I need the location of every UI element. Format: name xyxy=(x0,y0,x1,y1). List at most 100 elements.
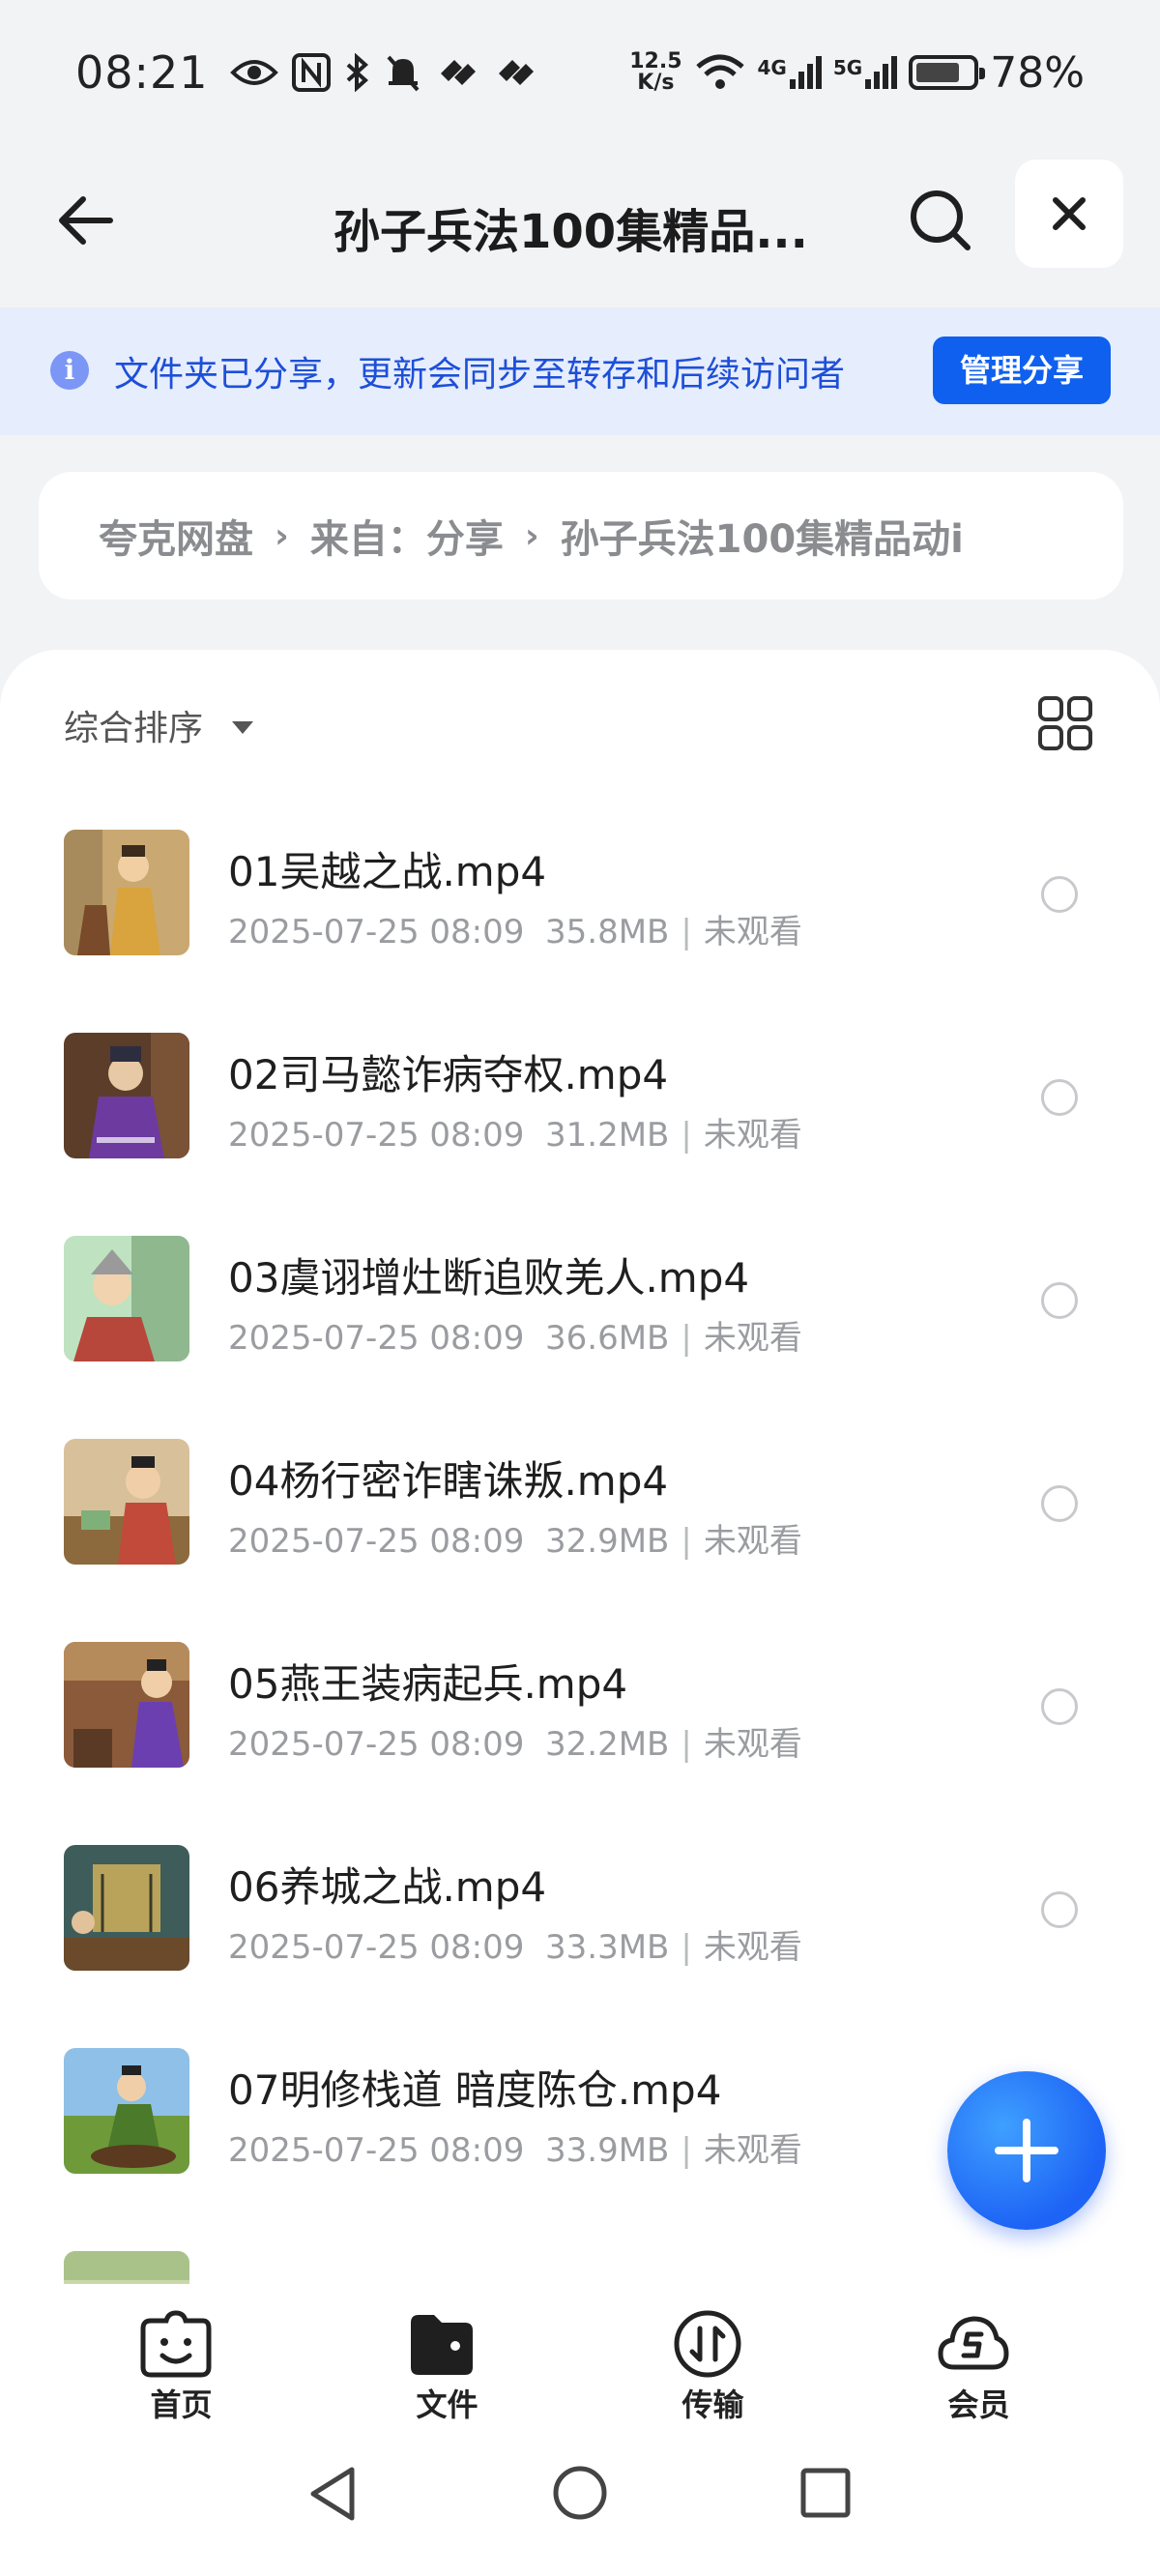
file-name: 07明修栈道 暗度陈仓.mp4 xyxy=(228,2066,722,2114)
select-radio[interactable] xyxy=(1041,1688,1078,1725)
video-thumbnail xyxy=(64,2251,189,2284)
video-thumbnail xyxy=(64,1236,189,1361)
watch-status: 未观看 xyxy=(703,2131,802,2170)
nav-back-triangle-icon[interactable] xyxy=(305,2464,360,2524)
sort-dropdown[interactable]: 综合排序 xyxy=(64,700,254,750)
breadcrumb-item-current: 孙子兵法100集精品动i xyxy=(560,517,964,562)
watch-status: 未观看 xyxy=(703,913,802,951)
file-size: 36.6MB xyxy=(545,1319,670,1358)
file-meta: 2025-07-25 08:09 32.2MB | 未观看 xyxy=(228,1725,802,1764)
mute-bell-icon xyxy=(387,55,420,92)
watch-status: 未观看 xyxy=(703,1116,802,1155)
file-row[interactable]: 05燕王装病起兵.mp4 2025-07-25 08:09 32.2MB | 未观看 xyxy=(0,1642,1160,1845)
grid-view-icon[interactable] xyxy=(1036,694,1094,752)
file-date: 2025-07-25 08:09 xyxy=(228,1116,525,1155)
nav-item-home[interactable]: 首页 xyxy=(48,2284,314,2425)
chevron-right-icon: › xyxy=(275,515,289,556)
link-hd-icon xyxy=(440,60,476,85)
nav-home-circle-icon[interactable] xyxy=(551,2464,609,2522)
share-notice-text: 文件夹已分享，更新会同步至转存和后续访问者 xyxy=(114,355,846,395)
bluetooth-icon xyxy=(346,53,368,92)
file-name: 05燕王装病起兵.mp4 xyxy=(228,1660,628,1708)
breadcrumb-item-root[interactable]: 夸克网盘 xyxy=(99,508,253,564)
status-bar: 08:21 12.5 K/s 4G 5G 78% xyxy=(0,0,1160,145)
file-name: 01吴越之战.mp4 xyxy=(228,848,547,895)
bottom-nav: 首页 文件 传输 会员 xyxy=(0,2284,1160,2425)
file-size: 32.9MB xyxy=(545,1522,670,1561)
file-row[interactable]: 01吴越之战.mp4 2025-07-25 08:09 35.8MB | 未观看 xyxy=(0,830,1160,1033)
share-notice-banner: i 文件夹已分享，更新会同步至转存和后续访问者 管理分享 xyxy=(0,307,1160,435)
net-speed: 12.5 K/s xyxy=(629,51,682,94)
file-meta: 2025-07-25 08:09 36.6MB | 未观看 xyxy=(228,1319,802,1358)
signal-5g-label: 5G xyxy=(832,56,863,79)
video-thumbnail xyxy=(64,2048,189,2174)
info-icon: i xyxy=(50,351,89,390)
nav-item-files[interactable]: 文件 xyxy=(314,2284,580,2425)
file-date: 2025-07-25 08:09 xyxy=(228,913,525,951)
member-cloud-icon xyxy=(938,2316,1009,2370)
file-size: 32.2MB xyxy=(545,1725,670,1764)
net-speed-value: 12.5 xyxy=(629,49,682,73)
status-system-icons: 12.5 K/s 4G 5G 78% xyxy=(629,48,1085,98)
breadcrumb: 夸克网盘 › 来自：分享 › 孙子兵法100集精品动i xyxy=(39,472,1123,600)
watch-status: 未观看 xyxy=(703,1928,802,1967)
chevron-right-icon: › xyxy=(524,515,539,556)
net-speed-unit: K/s xyxy=(637,71,675,95)
file-meta: 2025-07-25 08:09 33.3MB | 未观看 xyxy=(228,1928,802,1967)
top-app-bar: 孙子兵法100集精品... xyxy=(0,145,1160,307)
select-radio[interactable] xyxy=(1041,876,1078,913)
file-size: 33.9MB xyxy=(545,2131,670,2170)
home-smile-icon xyxy=(140,2310,212,2378)
breadcrumb-item-share[interactable]: 来自：分享 xyxy=(310,508,504,564)
battery-icon xyxy=(909,55,986,90)
file-row-partial[interactable] xyxy=(0,2251,1160,2284)
file-name: 04杨行密诈瞎诛叛.mp4 xyxy=(228,1457,669,1505)
select-radio[interactable] xyxy=(1041,1079,1078,1116)
nav-label-transfer: 传输 xyxy=(682,2386,744,2423)
add-button[interactable] xyxy=(947,2071,1106,2230)
file-name: 03虞诩增灶断追败羌人.mp4 xyxy=(228,1254,750,1302)
watch-status: 未观看 xyxy=(703,1319,802,1358)
signal-4g: 4G xyxy=(758,56,822,89)
file-name: 02司马懿诈病夺权.mp4 xyxy=(228,1051,669,1098)
nav-label-files: 文件 xyxy=(416,2386,478,2423)
caret-down-icon xyxy=(232,720,254,734)
signal-5g: 5G xyxy=(832,56,898,89)
video-thumbnail xyxy=(64,1439,189,1565)
file-row[interactable]: 02司马懿诈病夺权.mp4 2025-07-25 08:09 31.2MB | 未观… xyxy=(0,1033,1160,1236)
manage-share-button[interactable]: 管理分享 xyxy=(933,337,1111,404)
sort-label: 综合排序 xyxy=(64,709,204,748)
file-meta: 2025-07-25 08:09 33.9MB | 未观看 xyxy=(228,2131,802,2170)
page-title: 孙子兵法100集精品... xyxy=(334,205,808,259)
select-radio[interactable] xyxy=(1041,1485,1078,1522)
video-thumbnail xyxy=(64,1642,189,1768)
transfer-icon xyxy=(674,2310,741,2378)
file-date: 2025-07-25 08:09 xyxy=(228,1319,525,1358)
nav-recents-square-icon[interactable] xyxy=(798,2466,853,2520)
wifi-icon xyxy=(695,54,744,89)
select-radio[interactable] xyxy=(1041,1282,1078,1319)
battery-percent: 78% xyxy=(990,47,1085,98)
file-row[interactable]: 03虞诩增灶断追败羌人.mp4 2025-07-25 08:09 36.6MB |… xyxy=(0,1236,1160,1439)
search-icon[interactable] xyxy=(904,184,977,257)
back-arrow-icon[interactable] xyxy=(50,186,120,255)
link-hd-icon-2 xyxy=(498,60,534,85)
select-radio[interactable] xyxy=(1041,1891,1078,1928)
file-size: 33.3MB xyxy=(545,1928,670,1967)
nav-item-member[interactable]: 会员 xyxy=(846,2284,1112,2425)
file-meta: 2025-07-25 08:09 31.2MB | 未观看 xyxy=(228,1116,802,1155)
plus-icon xyxy=(995,2119,1058,2182)
close-button[interactable] xyxy=(1015,160,1123,268)
file-meta: 2025-07-25 08:09 35.8MB | 未观看 xyxy=(228,913,802,951)
file-list: 01吴越之战.mp4 2025-07-25 08:09 35.8MB | 未观看 0… xyxy=(0,830,1160,2284)
nav-label-home: 首页 xyxy=(150,2386,213,2423)
watch-status: 未观看 xyxy=(703,1522,802,1561)
file-row[interactable]: 04杨行密诈瞎诛叛.mp4 2025-07-25 08:09 32.9MB | 未观… xyxy=(0,1439,1160,1642)
close-icon xyxy=(1053,197,1086,230)
file-name: 06养城之战.mp4 xyxy=(228,1863,547,1911)
status-notification-icons xyxy=(229,53,537,92)
file-size: 35.8MB xyxy=(545,913,670,951)
file-date: 2025-07-25 08:09 xyxy=(228,1928,525,1967)
file-row[interactable]: 06养城之战.mp4 2025-07-25 08:09 33.3MB | 未观看 xyxy=(0,1845,1160,2048)
nav-item-transfer[interactable]: 传输 xyxy=(580,2284,846,2425)
